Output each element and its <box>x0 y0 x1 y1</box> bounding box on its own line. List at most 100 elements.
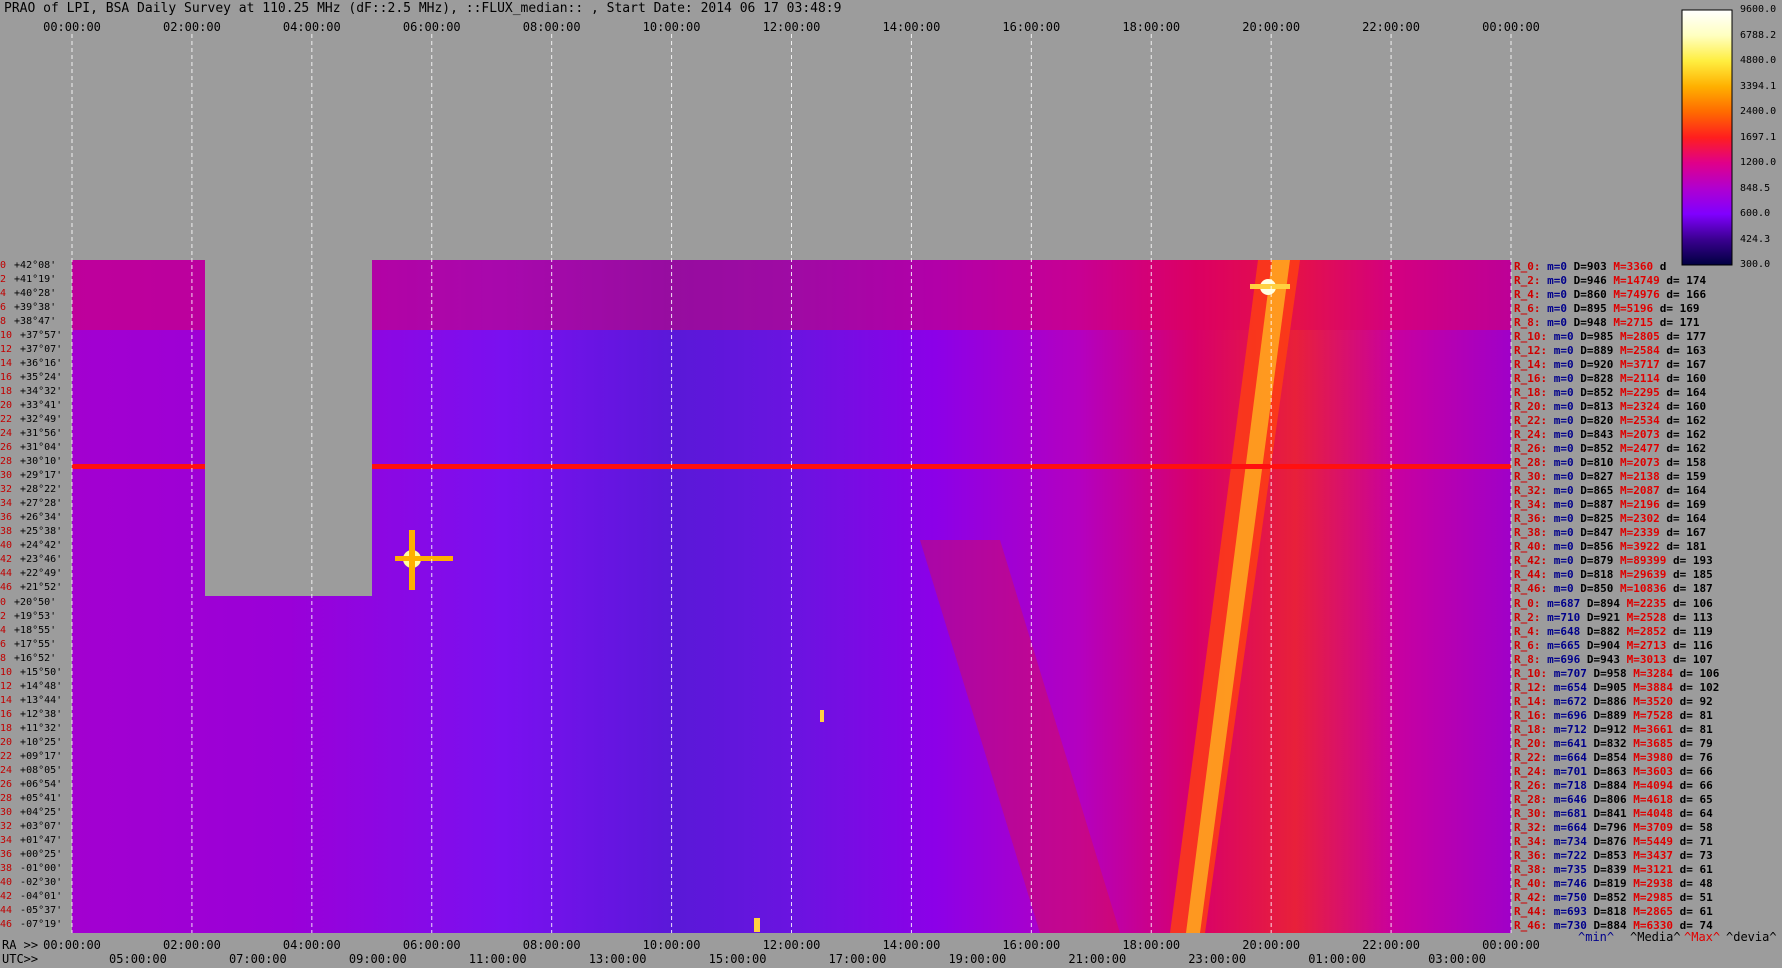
row-stat-m: M=2715 <box>1613 316 1660 330</box>
row-stat: R_42: m=750 D=852 M=2985 d= 51 <box>1514 892 1713 903</box>
row-stat: R_4: m=0 D=860 M=74976 d= 166 <box>1514 289 1706 300</box>
row-stat-m: M=2584 <box>1620 344 1667 358</box>
row-stat-r: R_30: <box>1514 470 1554 484</box>
row-stat-d: D=850 <box>1580 582 1620 596</box>
declination-value: +36°16' <box>20 358 63 370</box>
row-stat-m: M=7528 <box>1633 708 1680 722</box>
row-stat-m: M=2713 <box>1626 638 1673 652</box>
row-stat: R_34: m=0 D=887 M=2196 d= 169 <box>1514 499 1706 510</box>
row-number: 36 <box>0 848 13 860</box>
row-number: 28 <box>0 456 13 468</box>
utc-tick: 01:00:00 <box>1308 952 1367 966</box>
row-number: 4 <box>0 288 7 300</box>
row-stat: R_24: m=0 D=843 M=2073 d= 162 <box>1514 429 1706 440</box>
row-stat-r: R_10: <box>1514 666 1554 680</box>
row-stat-m: M=2295 <box>1620 386 1667 400</box>
row-stat-m: m=0 <box>1553 582 1581 596</box>
point-source-flare <box>409 530 415 590</box>
row-stat-d: D=820 <box>1580 414 1620 428</box>
row-stat-d: D=860 <box>1573 288 1614 302</box>
row-number: 44 <box>0 904 13 916</box>
declination-value: +17°55' <box>14 638 57 650</box>
row-stat-m: M=2852 <box>1626 624 1673 638</box>
row-stat-d: d= 160 <box>1666 372 1707 386</box>
row-stat: R_26: m=0 D=852 M=2477 d= 162 <box>1514 443 1706 454</box>
row-stat-r: R_44: <box>1514 568 1554 582</box>
colorbar-tick: 4800.0 <box>1740 55 1777 66</box>
declination-label: 6 +39°38' <box>0 303 56 313</box>
row-stat-r: R_18: <box>1514 722 1554 736</box>
row-stat-m: M=2196 <box>1620 498 1667 512</box>
row-stat-d: d= 64 <box>1679 806 1713 820</box>
declination-label: 38 -01°00' <box>0 863 62 874</box>
ra-bottom-tick: 00:00:00 <box>1482 938 1540 952</box>
row-stat-r: R_16: <box>1514 708 1554 722</box>
row-stat: R_10: m=707 D=958 M=3284 d= 106 <box>1514 668 1719 679</box>
ra-bottom-tick: 10:00:00 <box>642 938 701 952</box>
row-number: 26 <box>0 442 13 454</box>
row-stat-r: R_24: <box>1514 428 1554 442</box>
row-stat-d: d= 166 <box>1666 288 1707 302</box>
row-stat-d: d= 92 <box>1679 694 1713 708</box>
declination-label: 10 +37°57' <box>0 331 62 341</box>
row-stat-m: m=0 <box>1553 484 1581 498</box>
row-number: 4 <box>0 624 7 636</box>
declination-value: +09°17' <box>20 750 63 762</box>
row-stat-r: R_38: <box>1514 526 1554 540</box>
row-stat-d: d= 171 <box>1659 316 1700 330</box>
utc-axis-label: UTC>> <box>2 952 39 966</box>
row-stat-m: M=3121 <box>1633 862 1680 876</box>
row-number: 46 <box>0 918 13 930</box>
row-stat: R_16: m=696 D=889 M=7528 d= 81 <box>1514 710 1713 721</box>
row-stat-r: R_36: <box>1514 512 1554 526</box>
row-stat-m: m=0 <box>1547 302 1574 316</box>
row-stat-r: R_28: <box>1514 456 1554 470</box>
ra-axis-label: RA >> <box>2 938 39 952</box>
row-stat-d: d= 106 <box>1679 666 1720 680</box>
row-stat-d: D=806 <box>1593 792 1634 806</box>
row-stat: R_44: m=0 D=818 M=29639 d= 185 <box>1514 569 1713 580</box>
declination-value: +21°52' <box>20 582 63 594</box>
row-number: 2 <box>0 610 7 622</box>
row-stat-m: M=2985 <box>1633 890 1680 904</box>
declination-label: 44 +22°49' <box>0 569 62 579</box>
row-stat-d: D=958 <box>1593 666 1634 680</box>
row-number: 12 <box>0 680 13 692</box>
row-stat-d: D=894 <box>1586 596 1627 610</box>
declination-value: +14°48' <box>20 680 63 692</box>
row-stat-d: D=948 <box>1573 316 1614 330</box>
row-stat-m: M=3709 <box>1633 820 1680 834</box>
row-stat-m: m=0 <box>1553 456 1581 470</box>
row-stat: R_44: m=693 D=818 M=2865 d= 61 <box>1514 906 1713 917</box>
row-number: 24 <box>0 764 13 776</box>
declination-value: +00°25' <box>20 848 63 860</box>
row-stat-d: d= 119 <box>1672 624 1713 638</box>
row-stat-d: D=832 <box>1593 736 1634 750</box>
row-stat-m: M=14749 <box>1613 274 1667 288</box>
row-stat-d: d= 177 <box>1666 330 1707 344</box>
row-number: 38 <box>0 526 13 538</box>
row-stat-d: d= 61 <box>1679 862 1713 876</box>
row-stat-m: m=750 <box>1553 890 1594 904</box>
row-number: 8 <box>0 652 7 664</box>
row-stat-d: d= 79 <box>1679 736 1713 750</box>
row-number: 34 <box>0 834 13 846</box>
row-stat-r: R_20: <box>1514 400 1554 414</box>
row-number: 16 <box>0 708 13 720</box>
row-stat-d: D=865 <box>1580 484 1620 498</box>
row-stat-d: d= 169 <box>1666 498 1707 512</box>
declination-label: 8 +16°52' <box>0 652 56 664</box>
row-stat-m: m=0 <box>1553 386 1581 400</box>
row-stat-m: m=648 <box>1547 624 1587 638</box>
row-number: 12 <box>0 344 13 356</box>
utc-tick: 21:00:00 <box>1068 952 1127 966</box>
row-number: 30 <box>0 806 13 818</box>
declination-value: -07°19' <box>20 918 63 930</box>
row-stat-r: R_14: <box>1514 694 1554 708</box>
row-stat-d: d= 66 <box>1679 778 1713 792</box>
row-stat: R_22: m=0 D=820 M=2534 d= 162 <box>1514 415 1706 426</box>
declination-value: +39°38' <box>14 302 57 314</box>
row-stat-r: R_2: <box>1514 610 1548 624</box>
row-stat-d: D=853 <box>1593 848 1634 862</box>
row-stat-r: R_34: <box>1514 834 1554 848</box>
